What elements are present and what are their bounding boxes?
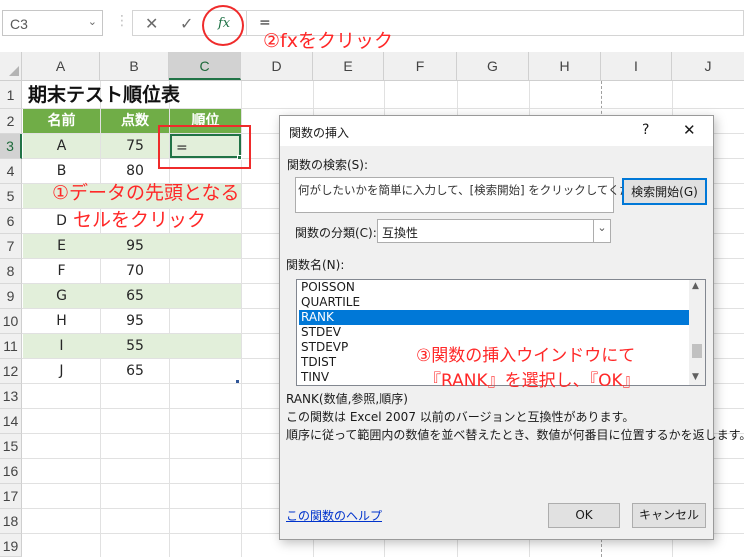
cancel-icon[interactable]: ✕: [145, 14, 158, 33]
row-header-1[interactable]: 1: [0, 81, 22, 109]
cell-score[interactable]: 65: [101, 359, 169, 383]
row-header-4[interactable]: 4: [0, 159, 22, 184]
chevron-down-icon[interactable]: ⌄: [88, 15, 97, 28]
list-item[interactable]: QUARTILE: [299, 295, 689, 310]
list-item-selected[interactable]: RANK: [299, 310, 689, 325]
category-select[interactable]: 互換性 ⌄: [377, 219, 611, 243]
row-header-2[interactable]: 2: [0, 109, 22, 134]
sheet-title[interactable]: 期末テスト順位表: [28, 81, 180, 109]
function-syntax: RANK(数値,参照,順序): [286, 392, 408, 406]
row-header-15[interactable]: 15: [0, 434, 22, 459]
column-header-j[interactable]: J: [672, 52, 744, 80]
fx-highlight-circle: [202, 5, 244, 46]
name-box[interactable]: C3 ⌄: [2, 10, 103, 36]
column-header-b[interactable]: B: [100, 52, 169, 80]
column-header-g[interactable]: G: [457, 52, 529, 80]
scroll-thumb[interactable]: [692, 344, 702, 358]
column-header-h[interactable]: H: [529, 52, 601, 80]
row-header-11[interactable]: 11: [0, 334, 22, 359]
function-description-line1: この関数は Excel 2007 以前のバージョンと互換性があります。: [286, 410, 635, 424]
cell-score[interactable]: 95: [101, 234, 169, 258]
category-label: 関数の分類(C):: [295, 226, 377, 240]
cell-score[interactable]: 55: [101, 334, 169, 358]
list-item[interactable]: POISSON: [299, 280, 689, 295]
cell-name[interactable]: E: [23, 234, 100, 258]
cell-score[interactable]: 95: [101, 309, 169, 333]
column-header-f[interactable]: F: [384, 52, 457, 80]
row-header-17[interactable]: 17: [0, 484, 22, 509]
row-header-6[interactable]: 6: [0, 209, 22, 234]
help-icon[interactable]: ?: [642, 122, 649, 138]
select-dropdown-button[interactable]: ⌄: [593, 220, 610, 242]
annotation-step3-line2: 『RANK』を選択し、『OK』: [424, 371, 640, 391]
row-header-19[interactable]: 19: [0, 534, 22, 557]
name-box-value: C3: [10, 16, 28, 32]
search-input-text: 何がしたいかを簡単に入力して、[検索開始] をクリックしてください。: [298, 183, 666, 197]
column-header-e[interactable]: E: [313, 52, 384, 80]
row-header-10[interactable]: 10: [0, 309, 22, 334]
row-header-13[interactable]: 13: [0, 384, 22, 409]
function-help-link[interactable]: この関数のヘルプ: [286, 507, 382, 524]
cell-name[interactable]: A: [23, 134, 100, 158]
column-header-d[interactable]: D: [241, 52, 313, 80]
row-header-9[interactable]: 9: [0, 284, 22, 309]
row-header-5[interactable]: 5: [0, 184, 22, 209]
column-header-row: A B C D E F G H I J: [0, 52, 744, 81]
listbox-scrollbar[interactable]: ▲ ▼: [689, 280, 705, 385]
row-header-14[interactable]: 14: [0, 409, 22, 434]
cell-name[interactable]: F: [23, 259, 100, 283]
annotation-step2: ②fxをクリック: [263, 30, 393, 52]
table-resize-handle[interactable]: [236, 380, 239, 383]
cell-score[interactable]: 65: [101, 284, 169, 308]
dialog-titlebar[interactable]: 関数の挿入 ? ✕: [280, 116, 713, 146]
function-list-label: 関数名(N):: [286, 258, 345, 272]
cell-score[interactable]: 70: [101, 259, 169, 283]
table-header-name[interactable]: 名前: [23, 109, 100, 133]
category-value: 互換性: [382, 226, 419, 240]
annotation-step1-line2: セルをクリック: [73, 209, 207, 231]
row-header-12[interactable]: 12: [0, 359, 22, 384]
row-header-8[interactable]: 8: [0, 259, 22, 284]
column-header-c[interactable]: C: [169, 52, 241, 80]
close-icon[interactable]: ✕: [683, 121, 696, 139]
cell-name[interactable]: H: [23, 309, 100, 333]
select-all-corner[interactable]: [0, 52, 22, 80]
drag-handle-icon[interactable]: ⋮: [115, 13, 129, 29]
function-search-input[interactable]: 何がしたいかを簡単に入力して、[検索開始] をクリックしてください。: [295, 177, 666, 213]
cell-highlight-box: [158, 125, 251, 169]
row-header-16[interactable]: 16: [0, 459, 22, 484]
function-description-line2: 順序に従って範囲内の数値を並べ替えたとき、数値が何番目に位置するかを返します。: [286, 428, 744, 442]
dialog-title: 関数の挿入: [289, 126, 350, 140]
chevron-down-icon: ⌄: [597, 221, 607, 234]
column-header-a[interactable]: A: [22, 52, 100, 80]
annotation-step3-line1: ③関数の挿入ウインドウにて: [416, 346, 636, 366]
row-header-7[interactable]: 7: [0, 234, 22, 259]
row-header-18[interactable]: 18: [0, 509, 22, 534]
annotation-step1-line1: ①データの先頭となる: [52, 182, 240, 204]
cell-name[interactable]: I: [23, 334, 100, 358]
scroll-down-icon[interactable]: ▼: [692, 372, 699, 382]
cancel-button[interactable]: キャンセル: [632, 503, 706, 528]
column-header-i[interactable]: I: [601, 52, 672, 80]
ok-button[interactable]: OK: [548, 503, 620, 528]
cell-name[interactable]: J: [23, 359, 100, 383]
search-start-button[interactable]: 検索開始(G): [622, 178, 707, 205]
insert-function-dialog: 関数の挿入 ? ✕ 関数の検索(S): 何がしたいかを簡単に入力して、[検索開始…: [279, 115, 744, 540]
row-header-3[interactable]: 3: [0, 134, 22, 159]
search-label: 関数の検索(S):: [287, 158, 369, 172]
list-item[interactable]: STDEV: [299, 325, 689, 340]
enter-icon[interactable]: ✓: [180, 14, 193, 33]
scroll-up-icon[interactable]: ▲: [692, 281, 699, 291]
cell-name[interactable]: G: [23, 284, 100, 308]
